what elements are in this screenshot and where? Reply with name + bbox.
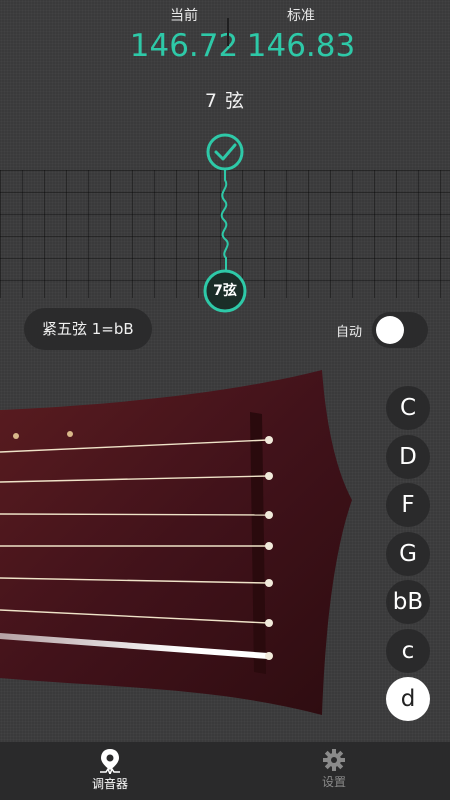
toggle-knob [376,316,404,344]
pitch-wave [220,170,229,270]
note-button-G[interactable]: G [386,531,430,576]
note-button-F[interactable]: F [386,483,430,527]
in-tune-check-icon [206,133,244,171]
tuning-label: 紧五弦 1=bB [42,320,134,338]
note-button-bB[interactable]: bB [386,580,430,624]
note-button-d[interactable]: d [386,677,430,721]
tuning-meter [203,133,247,313]
bottom-tab-bar: 调音器 设置 [0,742,450,800]
tab-tuner[interactable]: 调音器 [50,748,170,792]
tuning-selector[interactable]: 紧五弦 1=bB [24,308,152,350]
guqin-body [0,370,352,715]
gear-icon [323,749,345,771]
tuner-icon [100,749,120,774]
tab-tuner-label: 调音器 [91,777,128,791]
guqin-illustration [0,370,352,715]
string-marker-label: 7弦 [213,283,237,299]
tab-settings[interactable]: 设置 [274,748,394,790]
note-button-c[interactable]: c [386,628,430,673]
tab-settings-label: 设置 [321,775,346,789]
hui-dot [67,431,73,437]
auto-label: 自动 [335,325,362,340]
note-button-C[interactable]: C [386,386,430,430]
note-selector: C D F GbB c d [386,386,430,726]
note-button-D[interactable]: D [386,434,430,479]
auto-toggle[interactable] [372,312,428,348]
hui-dot [13,433,19,439]
